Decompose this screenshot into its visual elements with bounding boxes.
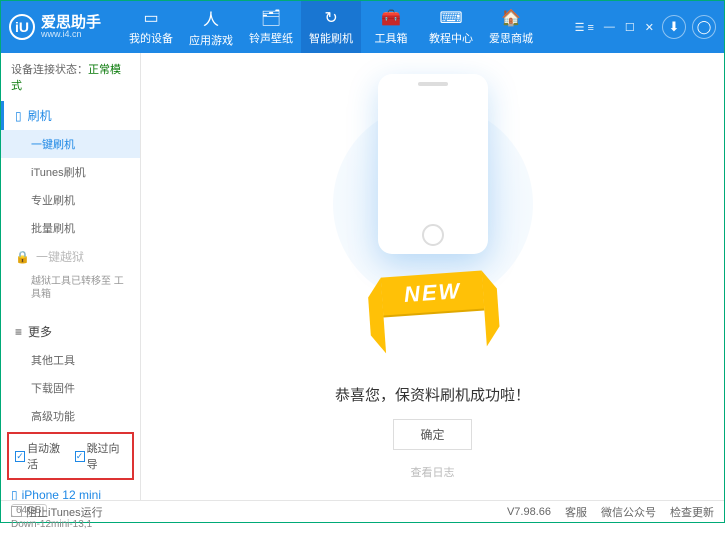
header: iU 爱思助手 www.i4.cn ▭我的设备人应用游戏🗂铃声壁纸↻智能刷机🧰工… xyxy=(1,1,724,53)
phone-illustration xyxy=(378,74,488,254)
ok-button[interactable]: 确定 xyxy=(393,419,471,450)
block-itunes-checkbox[interactable] xyxy=(11,506,22,517)
nav-icon: 人 xyxy=(203,6,219,30)
maximize-icon[interactable]: ☐ xyxy=(623,21,637,34)
check-label: 跳过向导 xyxy=(87,440,126,472)
lock-icon: 🔒 xyxy=(15,250,30,264)
nav-2[interactable]: 🗂 铃声壁纸 xyxy=(241,1,301,53)
window-controls: ☰ ≡ — ☐ ✕ ⬇ ◯ xyxy=(573,15,716,39)
list-icon: ≡ xyxy=(15,325,22,339)
sidebar-item-more-2[interactable]: 高级功能 xyxy=(1,402,140,430)
view-log-link[interactable]: 查看日志 xyxy=(411,464,455,480)
new-ribbon: NEW xyxy=(381,270,485,315)
check-label: 自动激活 xyxy=(27,440,66,472)
block-itunes-label: 阻止iTunes运行 xyxy=(26,504,103,520)
user-icon[interactable]: ◯ xyxy=(692,15,716,39)
nav-label: 我的设备 xyxy=(129,30,173,46)
nav-label: 智能刷机 xyxy=(309,30,353,46)
sidebar-item-flash-0[interactable]: 一键刷机 xyxy=(1,130,140,158)
checkbox-icon: ✓ xyxy=(75,451,85,462)
download-icon[interactable]: ⬇ xyxy=(662,15,686,39)
footer-link-2[interactable]: 检查更新 xyxy=(670,504,714,520)
nav-6[interactable]: 🏠 爱思商城 xyxy=(481,1,541,53)
success-illustration: NEW xyxy=(313,74,553,314)
section-jailbreak: 🔒 一键越狱 xyxy=(1,242,140,271)
section-more[interactable]: ≡ 更多 xyxy=(1,317,140,346)
version-label: V7.98.66 xyxy=(507,506,551,518)
logo[interactable]: iU 爱思助手 www.i4.cn xyxy=(9,14,101,40)
sidebar-item-more-0[interactable]: 其他工具 xyxy=(1,346,140,374)
logo-icon: iU xyxy=(9,14,35,40)
connection-status: 设备连接状态：正常模式 xyxy=(1,53,140,101)
option-check-0[interactable]: ✓自动激活 xyxy=(15,440,67,472)
footer: 阻止iTunes运行 V7.98.66 客服微信公众号检查更新 xyxy=(1,500,724,522)
nav-icon: ↻ xyxy=(324,8,337,28)
success-message: 恭喜您，保资料刷机成功啦！ xyxy=(335,384,530,405)
nav-icon: 🧰 xyxy=(381,8,401,28)
menu-icon[interactable]: ☰ ≡ xyxy=(573,21,596,34)
nav-label: 工具箱 xyxy=(375,30,408,46)
nav-label: 教程中心 xyxy=(429,30,473,46)
main-content: NEW 恭喜您，保资料刷机成功啦！ 确定 查看日志 xyxy=(141,53,724,500)
nav-icon: ▭ xyxy=(143,8,158,28)
nav-0[interactable]: ▭ 我的设备 xyxy=(121,1,181,53)
nav-3[interactable]: ↻ 智能刷机 xyxy=(301,1,361,53)
app-title: 爱思助手 xyxy=(41,15,101,30)
phone-icon: ▯ xyxy=(15,109,22,123)
nav-1[interactable]: 人应用游戏 xyxy=(181,1,241,53)
minimize-icon[interactable]: — xyxy=(602,21,617,33)
jailbreak-note: 越狱工具已转移至 工具箱 xyxy=(1,271,140,309)
app-url: www.i4.cn xyxy=(41,30,101,39)
nav-4[interactable]: 🧰 工具箱 xyxy=(361,1,421,53)
nav-icon: 🏠 xyxy=(501,8,521,28)
section-flash[interactable]: ▯ 刷机 xyxy=(1,101,140,130)
nav-label: 应用游戏 xyxy=(189,32,233,48)
nav-label: 铃声壁纸 xyxy=(249,30,293,46)
nav-icon: 🗂 xyxy=(261,8,281,28)
options-highlighted: ✓自动激活✓跳过向导 xyxy=(7,432,134,480)
main-nav: ▭我的设备人应用游戏🗂铃声壁纸↻智能刷机🧰工具箱⌨教程中心🏠爱思商城 xyxy=(121,1,573,53)
sidebar: 设备连接状态：正常模式 ▯ 刷机 一键刷机iTunes刷机专业刷机批量刷机 🔒 … xyxy=(1,53,141,500)
footer-link-0[interactable]: 客服 xyxy=(565,504,587,520)
sidebar-item-more-1[interactable]: 下载固件 xyxy=(1,374,140,402)
option-check-1[interactable]: ✓跳过向导 xyxy=(75,440,127,472)
sidebar-item-flash-2[interactable]: 专业刷机 xyxy=(1,186,140,214)
nav-icon: ⌨ xyxy=(439,8,462,28)
close-icon[interactable]: ✕ xyxy=(643,21,656,34)
checkbox-icon: ✓ xyxy=(15,451,25,462)
nav-label: 爱思商城 xyxy=(489,30,533,46)
sidebar-item-flash-1[interactable]: iTunes刷机 xyxy=(1,158,140,186)
footer-link-1[interactable]: 微信公众号 xyxy=(601,504,656,520)
nav-5[interactable]: ⌨ 教程中心 xyxy=(421,1,481,53)
sidebar-item-flash-3[interactable]: 批量刷机 xyxy=(1,214,140,242)
